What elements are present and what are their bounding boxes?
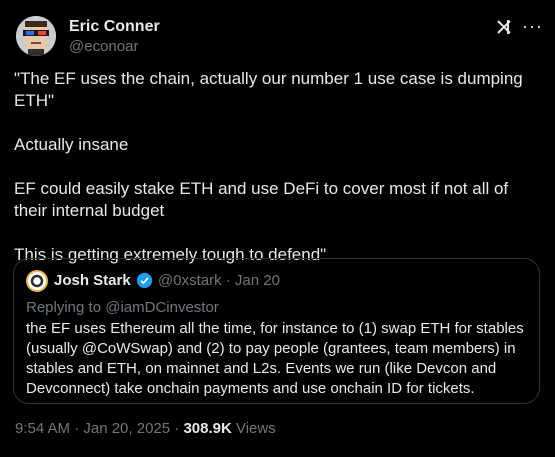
views-count: 308.9K xyxy=(183,420,232,437)
author-handle[interactable]: @econoar xyxy=(69,38,138,55)
quote-text: the EF uses Ethereum all the time, for i… xyxy=(26,320,524,397)
grok-icon[interactable] xyxy=(495,18,513,36)
avatar[interactable] xyxy=(16,16,56,56)
quote-handle-date[interactable]: @0xstark · Jan 20 xyxy=(158,272,280,289)
author-name[interactable]: Eric Conner xyxy=(69,18,160,36)
views-label: Views xyxy=(231,420,276,437)
quote-author-name[interactable]: Josh Stark xyxy=(54,272,131,289)
verified-badge-icon xyxy=(136,272,153,289)
quoted-tweet[interactable]: Josh Stark @0xstark · Jan 20 Replying to… xyxy=(13,258,540,404)
tweet-text: "The EF uses the chain, actually our num… xyxy=(14,68,534,266)
tweet-paragraph: EF could easily stake ETH and use DeFi t… xyxy=(14,179,509,220)
quote-avatar[interactable] xyxy=(26,270,48,292)
tweet-paragraph: "The EF uses the chain, actually our num… xyxy=(14,69,523,110)
tweet-timestamp[interactable]: 9:54 AM · Jan 20, 2025 · xyxy=(15,420,183,437)
more-icon[interactable]: ··· xyxy=(522,16,543,37)
tweet-meta: 9:54 AM · Jan 20, 2025 · 308.9K Views xyxy=(15,420,276,437)
tweet-paragraph: Actually insane xyxy=(14,135,129,154)
tweet-header: Eric Conner @econoar ··· xyxy=(16,16,543,60)
quote-replying-to: Replying to @iamDCinvestor xyxy=(26,299,219,316)
